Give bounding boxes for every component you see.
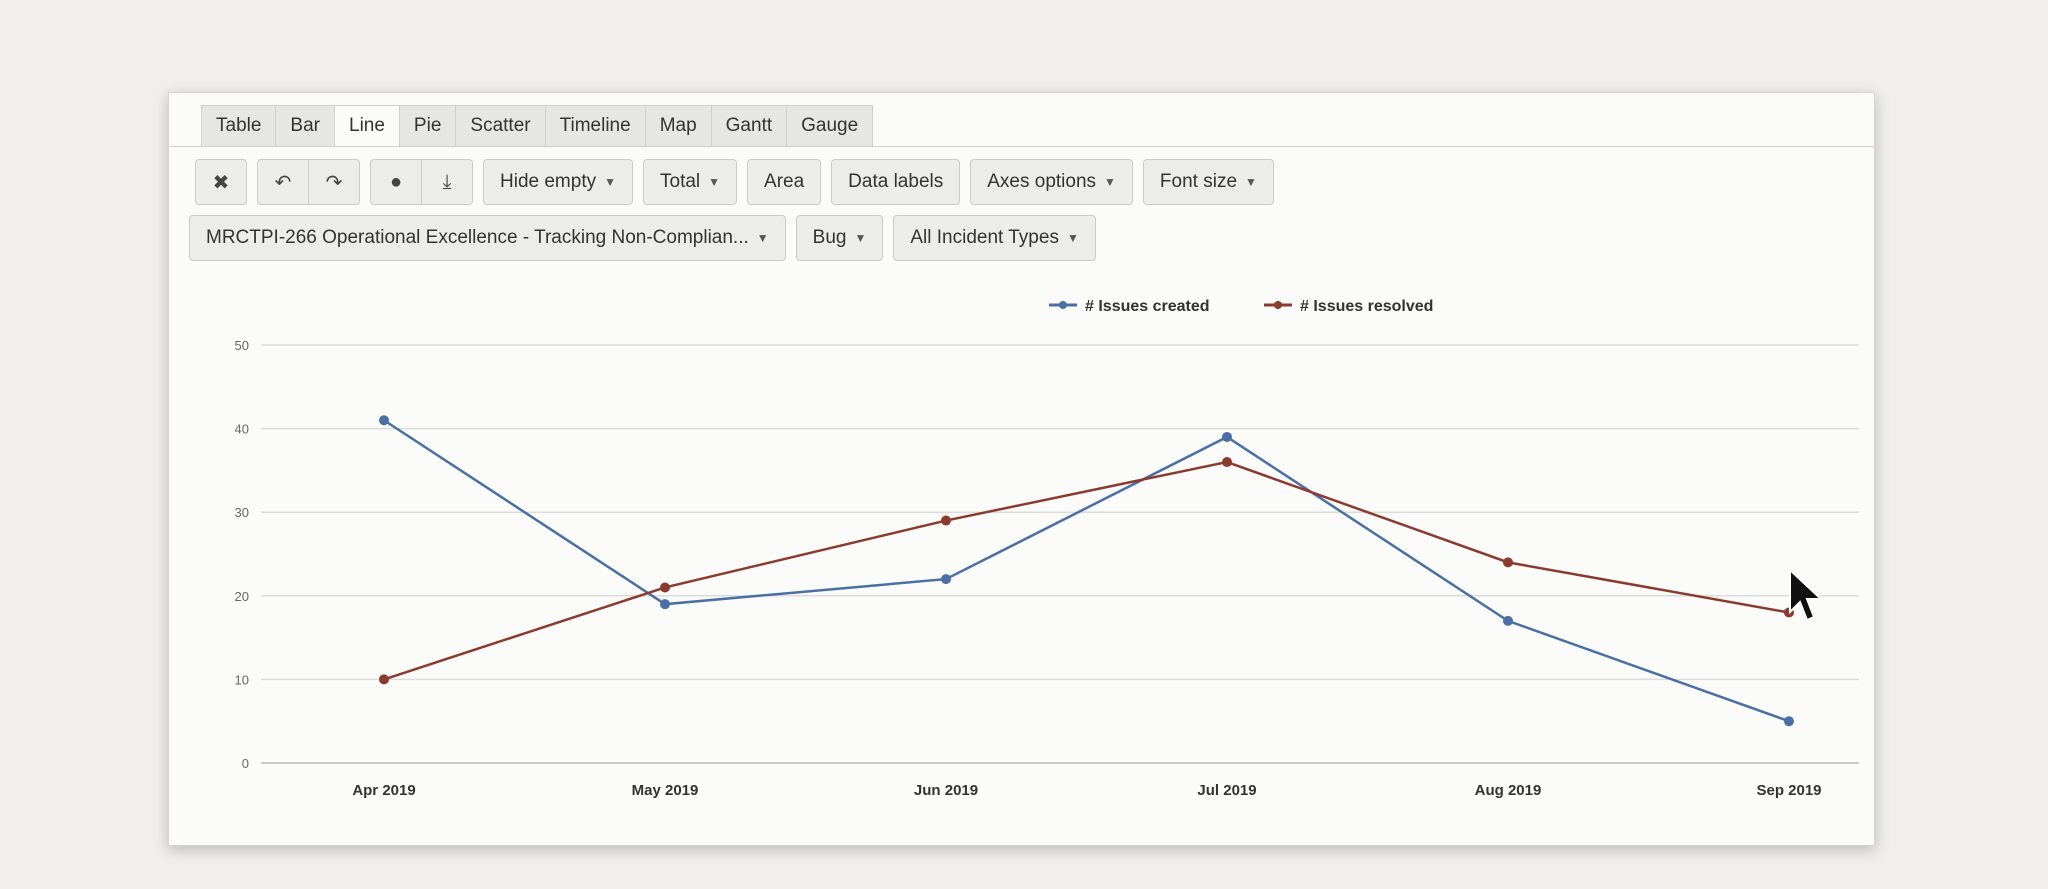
x-tick-label: Aug 2019: [1475, 782, 1542, 799]
legend-marker: [1274, 301, 1282, 309]
axes-options-dropdown[interactable]: Axes options ▼: [970, 159, 1133, 205]
data-point: [941, 515, 951, 526]
mouse-pointer-icon: [1788, 567, 1824, 629]
legend-label: # Issues resolved: [1300, 298, 1433, 315]
data-point: [379, 674, 389, 685]
tab-scatter[interactable]: Scatter: [455, 105, 545, 147]
tab-gantt[interactable]: Gantt: [710, 105, 787, 147]
total-label: Total: [660, 171, 701, 192]
chart-area: 0 10 20 30 40 50 Apr 2019 May 2019 Jun 2019 Jul 2…: [169, 263, 1874, 848]
legend-marker: [1059, 301, 1067, 309]
comment-icon: ●: [389, 170, 403, 193]
tab-timeline[interactable]: Timeline: [544, 105, 645, 147]
data-point: [1503, 615, 1513, 626]
tab-bar[interactable]: Bar: [275, 105, 334, 147]
undo-icon: ↶: [274, 171, 292, 194]
data-point: [1503, 557, 1513, 568]
caret-down-icon: ▼: [1066, 231, 1079, 245]
y-tick-label: 40: [235, 422, 249, 437]
filter-bar: MRCTPI-266 Operational Excellence - Trac…: [189, 215, 1096, 261]
y-tick-label: 10: [235, 672, 249, 687]
caret-down-icon: ▼: [708, 175, 721, 189]
chart-panel: Table Bar Line Pie Scatter Timeline Map …: [168, 92, 1875, 846]
chart-type-tabs: Table Bar Line Pie Scatter Timeline Map …: [201, 105, 874, 147]
tab-gauge[interactable]: Gauge: [786, 105, 874, 147]
area-label: Area: [764, 171, 805, 192]
data-point: [660, 599, 670, 610]
chart-toolbar: ✖ ↶ ↷ ● ⤓ Hide empty ▼ Total ▼ Area Data…: [195, 159, 1274, 205]
x-tick-label: Jul 2019: [1197, 782, 1256, 799]
project-filter-dropdown[interactable]: MRCTPI-266 Operational Excellence - Trac…: [189, 215, 786, 261]
x-tick-label: Apr 2019: [352, 782, 415, 799]
x-tick-label: Sep 2019: [1756, 782, 1821, 799]
legend-label: # Issues created: [1085, 298, 1210, 315]
y-tick-label: 50: [235, 338, 249, 353]
caret-down-icon: ▼: [1245, 175, 1257, 189]
caret-down-icon: ▼: [604, 175, 616, 189]
axes-options-label: Axes options: [987, 171, 1097, 192]
hide-empty-label: Hide empty: [500, 171, 597, 192]
series-line: [383, 419, 1790, 723]
issue-type-label: Bug: [812, 227, 847, 248]
y-tick-label: 20: [235, 589, 249, 604]
data-point: [941, 574, 951, 585]
tab-line[interactable]: Line: [334, 105, 399, 147]
caret-down-icon: ▼: [854, 231, 867, 245]
incident-types-label: All Incident Types: [910, 227, 1059, 248]
incident-types-dropdown[interactable]: All Incident Types ▼: [893, 215, 1096, 261]
expand-icon: ✖: [212, 171, 230, 194]
hide-empty-dropdown[interactable]: Hide empty ▼: [483, 159, 633, 205]
download-button[interactable]: ⤓: [422, 159, 473, 205]
caret-down-icon: ▼: [756, 231, 769, 245]
font-size-dropdown[interactable]: Font size ▼: [1142, 159, 1274, 205]
tab-divider: [169, 146, 1874, 147]
data-point: [1784, 716, 1794, 727]
tab-table[interactable]: Table: [201, 105, 276, 147]
line-chart: 0 10 20 30 40 50 Apr 2019 May 2019 Jun 2019 Jul 2…: [235, 298, 1859, 799]
data-point: [1222, 457, 1232, 468]
font-size-label: Font size: [1159, 171, 1238, 192]
fullscreen-button[interactable]: ✖: [195, 159, 247, 205]
x-tick-label: May 2019: [632, 782, 699, 799]
undo-redo-group: ↶ ↷: [257, 159, 360, 205]
x-tick-label: Jun 2019: [914, 782, 978, 799]
caret-down-icon: ▼: [1104, 175, 1116, 189]
y-tick-label: 0: [242, 756, 249, 771]
issue-type-dropdown[interactable]: Bug ▼: [795, 215, 884, 261]
undo-button[interactable]: ↶: [257, 159, 309, 205]
share-group: ● ⤓: [370, 159, 473, 205]
redo-button[interactable]: ↷: [309, 159, 360, 205]
area-button[interactable]: Area: [747, 159, 822, 205]
tab-pie[interactable]: Pie: [398, 105, 456, 147]
tab-map[interactable]: Map: [644, 105, 711, 147]
redo-icon: ↷: [325, 171, 343, 194]
data-labels-button[interactable]: Data labels: [831, 159, 961, 205]
y-tick-label: 30: [235, 505, 249, 520]
data-point: [379, 415, 389, 426]
comment-button[interactable]: ●: [370, 159, 422, 205]
data-labels-label: Data labels: [848, 171, 944, 192]
data-point: [660, 582, 670, 593]
total-dropdown[interactable]: Total ▼: [643, 159, 738, 205]
download-icon: ⤓: [442, 170, 452, 193]
data-point: [1222, 431, 1232, 442]
project-filter-label: MRCTPI-266 Operational Excellence - Trac…: [206, 227, 749, 248]
